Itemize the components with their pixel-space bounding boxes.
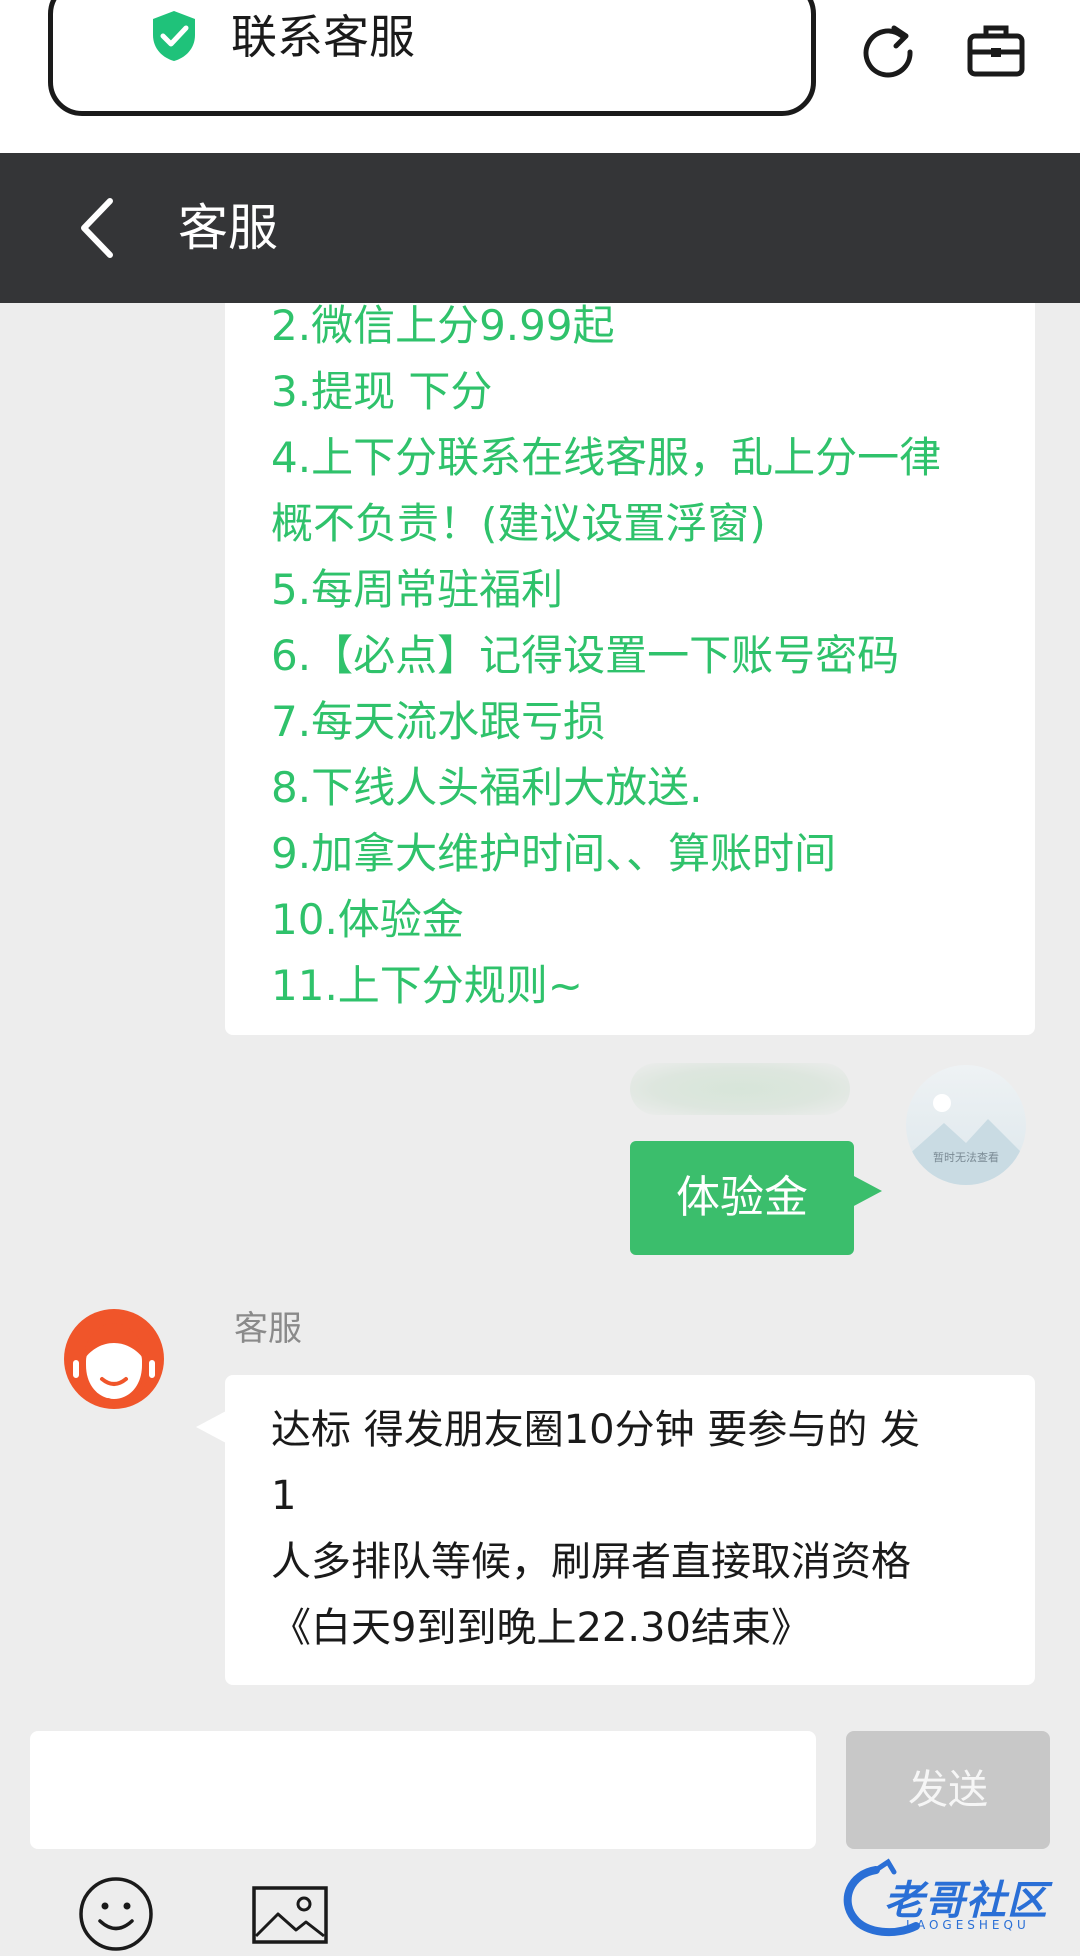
agent-headset-avatar[interactable] xyxy=(56,1303,172,1419)
user-avatar[interactable]: 暂时无法查看 xyxy=(906,1065,1026,1185)
avatar-caption: 暂时无法查看 xyxy=(933,1151,999,1164)
rule-line: 6.【必点】记得设置一下账号密码 xyxy=(271,631,900,680)
emoji-icon[interactable] xyxy=(78,1876,154,1952)
rule-line: 8.下线人头福利大放送. xyxy=(271,763,703,812)
sent-message-bubble: 体验金 xyxy=(630,1141,854,1255)
message-line: 1 xyxy=(271,1473,297,1519)
reload-icon[interactable] xyxy=(858,22,918,82)
rule-line: 11.上下分规则~ xyxy=(271,961,583,1010)
image-icon[interactable] xyxy=(252,1886,328,1944)
rule-line: 5.每周常驻福利 xyxy=(271,565,564,614)
send-button[interactable]: 发送 xyxy=(846,1731,1050,1849)
watermark-subtext: LAOGESHEQU xyxy=(906,1918,1030,1932)
chat-area[interactable]: 2.微信上分9.99起 3.提现 下分 4.上下分联系在线客服，乱上分一律 概不… xyxy=(0,303,1080,1723)
rule-line: 4.上下分联系在线客服，乱上分一律 xyxy=(271,433,942,482)
back-arrow-icon[interactable] xyxy=(74,195,118,261)
rule-line: 概不负责！(建议设置浮窗) xyxy=(271,499,766,548)
received-message-bubble: 达标 得发朋友圈10分钟 要参与的 发 1 人多排队等候，刷屏者直接取消资格 《… xyxy=(225,1375,1035,1685)
agent-name: 客服 xyxy=(234,1309,302,1349)
message-line: 人多排队等候，刷屏者直接取消资格 xyxy=(271,1539,911,1585)
address-bar[interactable]: 联系客服 xyxy=(48,0,816,116)
header-title: 客服 xyxy=(178,199,278,257)
chat-header: 客服 xyxy=(0,153,1080,303)
sent-bubble-tail xyxy=(852,1175,882,1207)
briefcase-icon[interactable] xyxy=(966,22,1026,78)
received-bubble-tail xyxy=(196,1411,226,1443)
rule-line: 3.提现 下分 xyxy=(271,367,493,416)
rule-line: 9.加拿大维护时间、、算账时间 xyxy=(271,829,837,878)
rule-line: 2.微信上分9.99起 xyxy=(271,303,615,350)
image-placeholder-icon xyxy=(906,1094,1026,1185)
page-title: 联系客服 xyxy=(231,10,415,64)
message-line: 达标 得发朋友圈10分钟 要参与的 发 xyxy=(271,1407,921,1453)
shield-check-icon xyxy=(153,11,195,61)
browser-bar: 联系客服 xyxy=(0,0,1080,153)
rule-line: 7.每天流水跟亏损 xyxy=(271,697,606,746)
rules-message-bubble: 2.微信上分9.99起 3.提现 下分 4.上下分联系在线客服，乱上分一律 概不… xyxy=(225,303,1035,1035)
blurred-username xyxy=(630,1063,850,1115)
message-line: 《白天9到到晚上22.30结束》 xyxy=(271,1605,811,1651)
watermark-logo: 老哥社区 LAOGESHEQU xyxy=(836,1856,1066,1942)
message-input[interactable] xyxy=(30,1731,816,1849)
rule-line: 10.体验金 xyxy=(271,895,464,944)
